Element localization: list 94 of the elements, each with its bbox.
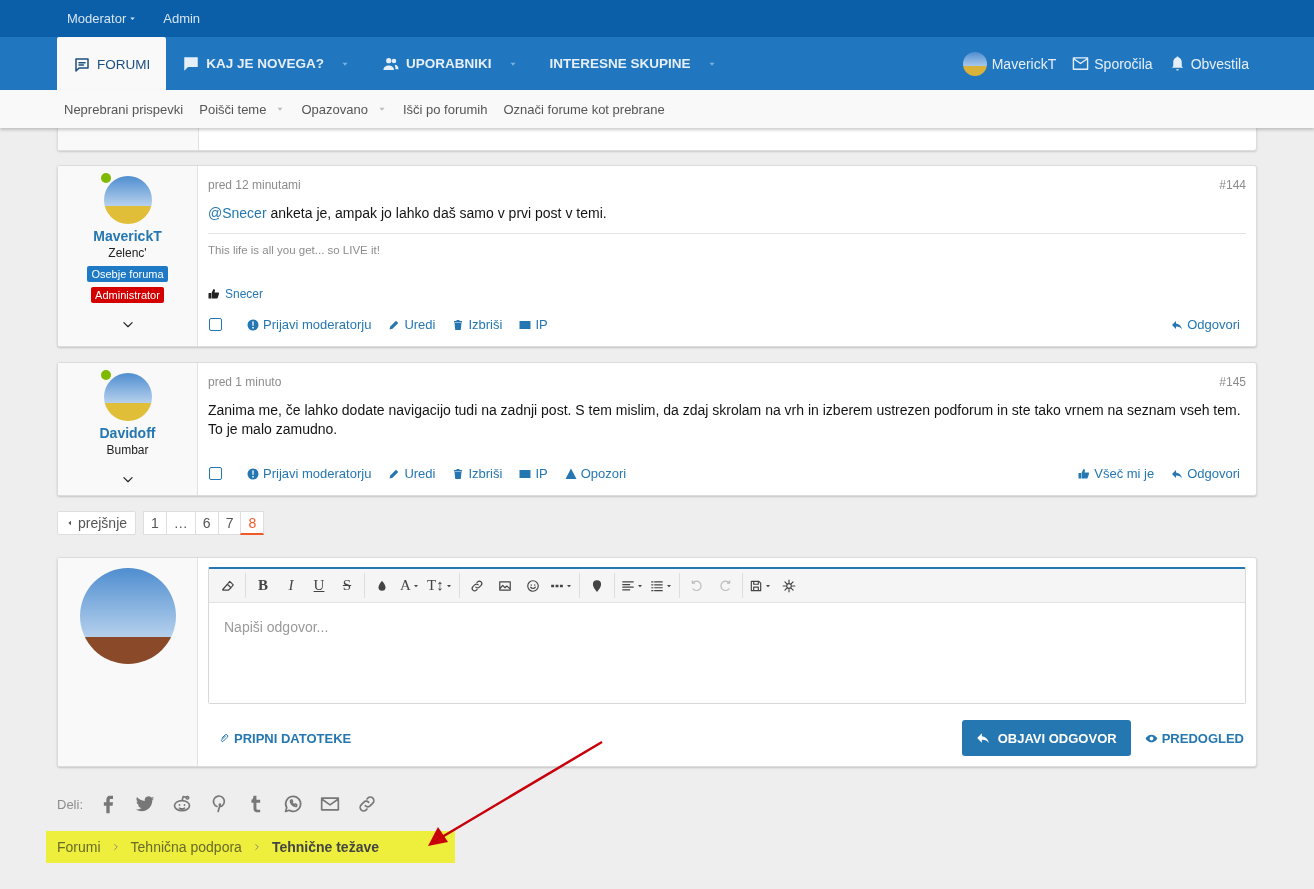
nav-tab[interactable]: UPORABNIKI — [366, 37, 534, 90]
preview-link[interactable]: PREDOGLED — [1144, 730, 1244, 746]
link-icon — [469, 578, 484, 593]
share-label: Deli: — [57, 796, 83, 812]
thumbs-up-icon — [1078, 467, 1091, 480]
trash-icon — [452, 318, 465, 331]
nav-tab[interactable]: INTERESNE SKUPINE — [533, 37, 733, 90]
paperclip-icon — [218, 732, 230, 744]
post-reply-button[interactable]: OBJAVI ODGOVOR — [961, 720, 1131, 756]
undo-icon — [689, 578, 704, 593]
twitter-bird-icon — [135, 794, 155, 814]
mention-link[interactable]: @Snecer — [208, 205, 267, 221]
warning-icon — [564, 467, 577, 480]
avatar-photo-placeholder — [103, 176, 152, 224]
post-action-link[interactable]: IP — [519, 317, 548, 332]
reddit-icon — [172, 794, 192, 814]
thumbs-up-icon — [208, 288, 220, 300]
image-icon — [497, 578, 512, 593]
link-icon — [357, 794, 377, 814]
post-text: Zanima me, če lahko dodate navigacijo tudi na zadnji post. S tem mislim, da zdaj skrolam na vrh in izberem ustrezen podforum in ste tako vrnem na seznam vseh tem. To je malo zamudno. — [208, 401, 1242, 439]
post-action-link[interactable]: Opozori — [564, 466, 627, 481]
top-bar-link[interactable]: Admin — [163, 11, 201, 26]
pencil-icon — [388, 467, 401, 480]
sub-nav-link[interactable]: Opazovano — [301, 101, 387, 117]
nav-tab[interactable]: FORUMI — [57, 37, 167, 90]
whatsapp-icon — [283, 794, 303, 814]
reply-editor[interactable]: B I U S A T↕ Napiši odgovor... — [208, 567, 1246, 704]
caret-icon — [128, 14, 138, 23]
post-action-link[interactable]: Všeč mi je — [1078, 466, 1155, 481]
post-action-link[interactable]: Izbriši — [452, 466, 503, 481]
sub-nav-link[interactable]: Neprebrani prispevki — [64, 101, 184, 117]
envelope-icon — [1072, 55, 1090, 72]
nav-link[interactable]: Obvestila — [1160, 37, 1257, 90]
breadcrumb-link[interactable]: Forumi — [57, 839, 101, 855]
sub-nav-link[interactable]: Označi forume kot prebrane — [503, 101, 665, 117]
eraser-icon — [221, 578, 235, 593]
chat-bubble-icon — [73, 55, 91, 74]
previous-page-button[interactable]: prejšnje — [57, 511, 137, 535]
post-time: pred 1 minuto — [208, 375, 282, 389]
user-title: Bumbar — [106, 443, 149, 457]
select-checkbox[interactable] — [209, 318, 222, 331]
font-button[interactable]: A — [396, 573, 424, 598]
page-button[interactable]: 1 — [143, 511, 167, 535]
alert-bubble-icon — [182, 54, 201, 73]
liked-by-link[interactable]: Snecer — [225, 287, 264, 301]
top-bar-link[interactable]: Moderator — [67, 11, 138, 26]
breadcrumb-link[interactable]: Tehnične težave — [271, 839, 379, 855]
page-button[interactable]: 8 — [240, 511, 265, 535]
smiley-icon — [525, 578, 540, 593]
nav-link[interactable]: Sporočila — [1064, 37, 1161, 90]
sub-nav-link[interactable]: Išči po forumih — [402, 101, 488, 117]
post-action-link[interactable]: IP — [519, 466, 548, 481]
trash-icon — [452, 467, 465, 480]
post-action-link[interactable]: Prijavi moderatorju — [247, 317, 372, 332]
signature-text: This life is all you get... so LIVE it! — [208, 233, 1246, 281]
redo-icon — [717, 578, 732, 593]
strikethrough-button[interactable]: S — [333, 573, 361, 598]
username-link[interactable]: MaverickT — [93, 228, 162, 244]
envelope-icon — [320, 794, 340, 814]
text-size-button[interactable]: T↕ — [424, 573, 456, 598]
user-menu-link[interactable]: MaverickT — [954, 37, 1065, 90]
post-time: pred 12 minutami — [208, 178, 301, 192]
bold-button[interactable]: B — [249, 573, 277, 598]
user-badge: Osebje foruma — [87, 266, 168, 282]
post-number-link[interactable]: #144 — [1219, 178, 1246, 192]
post-number-link[interactable]: #145 — [1219, 375, 1246, 389]
align-left-icon — [620, 578, 635, 593]
sub-nav-link[interactable]: Poišči teme — [199, 101, 286, 117]
page-button[interactable]: 7 — [217, 511, 242, 535]
avatar-photo-placeholder — [962, 51, 987, 76]
page-button[interactable]: … — [165, 511, 196, 535]
post-action-link[interactable]: Izbriši — [452, 317, 503, 332]
underline-button[interactable]: U — [305, 573, 333, 598]
post-text: @Snecer anketa je, ampak jo lahko daš samo v prvi post v temi. — [208, 204, 608, 223]
page-button[interactable]: 6 — [194, 511, 219, 535]
user-badge: Administrator — [91, 287, 164, 303]
gear-icon — [781, 578, 796, 593]
pencil-icon — [388, 318, 401, 331]
post-action-link[interactable]: Uredi — [388, 317, 436, 332]
post-action-link[interactable]: Odgovori — [1171, 466, 1240, 481]
post-action-link[interactable]: Odgovori — [1171, 317, 1240, 332]
username-link[interactable]: Davidoff — [99, 425, 156, 441]
attach-files-link[interactable]: PRIPNI DATOTEKE — [218, 730, 352, 746]
post-action-link[interactable]: Prijavi moderatorju — [247, 466, 372, 481]
nav-tab[interactable]: KAJ JE NOVEGA? — [166, 37, 367, 90]
caret-icon — [66, 519, 74, 527]
italic-button[interactable]: I — [277, 573, 305, 598]
post-action-link[interactable]: Uredi — [388, 466, 436, 481]
list-icon — [649, 578, 664, 593]
reply-icon — [975, 731, 990, 745]
user-title: Zelenc' — [108, 246, 147, 260]
breadcrumb-link[interactable]: Tehnična podpora — [130, 839, 242, 855]
avatar-photo-placeholder — [103, 373, 152, 421]
select-checkbox[interactable] — [209, 467, 222, 480]
